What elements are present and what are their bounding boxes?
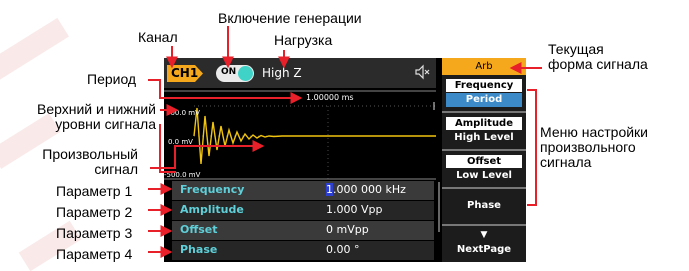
scrollbar[interactable] <box>438 182 440 232</box>
output-toggle-label: ON <box>221 67 237 77</box>
edit-cursor: 1 <box>326 183 333 196</box>
param-value: 1.000 Vpp <box>326 203 383 216</box>
param-row-amplitude[interactable]: Amplitude 1.000 Vpp <box>172 201 434 220</box>
period-value: 1.00000 ms <box>306 93 354 102</box>
param-row-frequency[interactable]: Frequency 1.000 000 kHz <box>172 181 434 200</box>
menu-frequency[interactable]: Frequency <box>446 79 522 92</box>
annotation-param-1: Параметр 1 <box>56 183 133 199</box>
menu-high-level[interactable]: High Level <box>446 131 522 145</box>
channel-label: CH1 <box>171 66 199 80</box>
param-name: Phase <box>180 243 218 256</box>
menu-title: Arb <box>442 58 526 75</box>
menu-period[interactable]: Period <box>446 93 522 107</box>
low-level-value: -500.0 mV <box>164 171 201 179</box>
annotation-levels: Верхний и нижний уровни сигнала <box>36 101 156 132</box>
toggle-knob <box>238 66 253 81</box>
watermark-bar <box>0 17 69 85</box>
mid-level-value: 0.0 mV <box>168 138 193 146</box>
annotation-param-2: Параметр 2 <box>56 204 133 220</box>
generator-screen: CH1 ON High Z 1.00000 ms 500.0 mV 0.0 mV… <box>164 58 526 262</box>
param-name: Offset <box>180 223 218 236</box>
annotation-channel: Канал <box>138 29 178 45</box>
annotation-menu-desc: Меню настройки произвольного сигнала <box>540 124 648 170</box>
menu-amplitude[interactable]: Amplitude <box>446 117 522 130</box>
high-level-value: 500.0 mV <box>166 109 200 117</box>
annotation-param-3: Параметр 3 <box>56 225 133 241</box>
param-row-offset[interactable]: Offset 0 mVpp <box>172 221 434 240</box>
menu-separator <box>442 187 526 189</box>
param-value: 0.00 ° <box>326 243 360 256</box>
annotation-period: Период <box>87 71 137 87</box>
load-label: High Z <box>262 66 302 80</box>
output-toggle[interactable]: ON <box>216 65 254 82</box>
annotation-current-wave: Текущая форма сигнала <box>548 41 648 72</box>
parameter-list: Frequency 1.000 000 kHz Amplitude 1.000 … <box>164 180 440 262</box>
param-value: 0 mVpp <box>326 223 369 236</box>
annotation-load: Нагрузка <box>274 32 333 48</box>
arb-waveform <box>193 107 436 165</box>
arb-settings-menu: Arb Frequency Period Amplitude High Leve… <box>442 58 526 262</box>
waveform-plot <box>164 90 436 180</box>
status-header: CH1 ON High Z <box>164 58 436 88</box>
menu-separator <box>442 111 526 113</box>
param-value: 1.000 000 kHz <box>326 183 406 196</box>
menu-phase[interactable]: Phase <box>446 199 522 213</box>
annotation-param-4: Параметр 4 <box>56 246 133 262</box>
annotation-output-on: Включение генерации <box>218 10 362 26</box>
speaker-muted-icon[interactable] <box>414 64 430 80</box>
menu-offset[interactable]: Offset <box>446 155 522 168</box>
param-name: Amplitude <box>180 203 244 216</box>
menu-low-level[interactable]: Low Level <box>446 169 522 183</box>
menu-separator <box>442 224 526 226</box>
param-name: Frequency <box>180 183 245 196</box>
menu-next-page[interactable]: NextPage <box>446 243 522 257</box>
annotation-arb-signal: Произвольный сигнал <box>42 146 138 177</box>
menu-separator <box>442 149 526 151</box>
param-row-phase[interactable]: Phase 0.00 ° <box>172 241 434 260</box>
triangle-down-icon: ▼ <box>480 230 488 240</box>
param-value-rest: .000 000 kHz <box>333 183 406 196</box>
